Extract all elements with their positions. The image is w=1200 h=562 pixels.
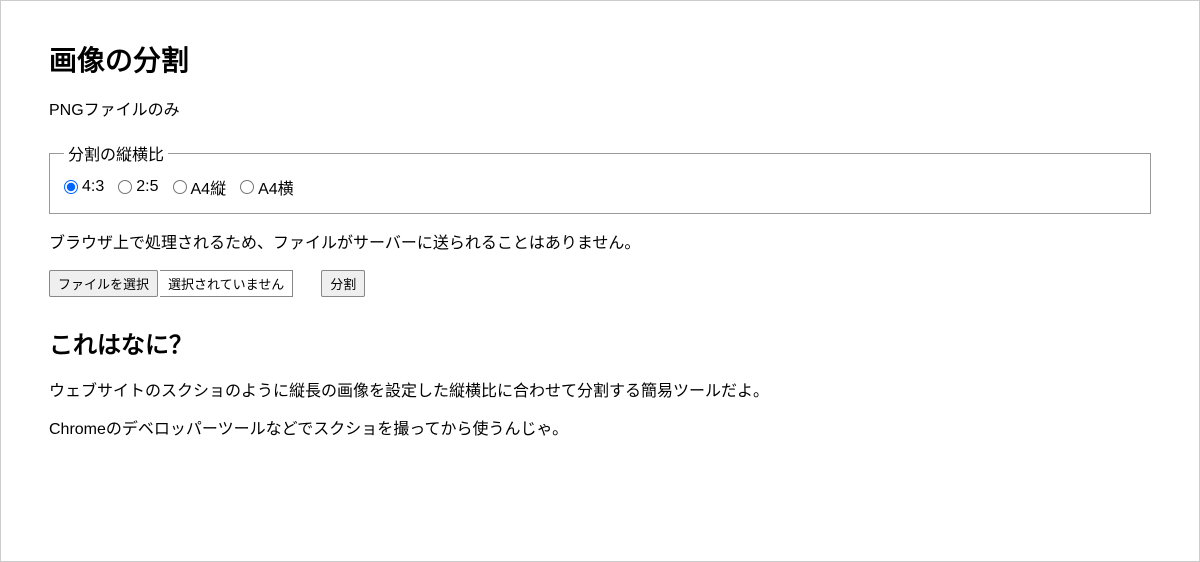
page-title: 画像の分割 bbox=[49, 39, 1151, 79]
description-2: Chromeのデベロッパーツールなどでスクショを撮ってから使うんじゃ。 bbox=[49, 418, 1151, 442]
radio-label: 2:5 bbox=[136, 178, 158, 196]
radio-option-2-5[interactable]: 2:5 bbox=[118, 178, 158, 196]
radio-input-2-5[interactable] bbox=[118, 180, 132, 194]
radio-option-a4-tate[interactable]: A4縦 bbox=[173, 175, 227, 199]
file-choose-button[interactable]: ファイルを選択 bbox=[49, 270, 158, 297]
radio-option-4-3[interactable]: 4:3 bbox=[64, 178, 104, 196]
radio-input-a4-tate[interactable] bbox=[173, 180, 187, 194]
section-heading-about: これはなに？ bbox=[49, 325, 1151, 360]
fieldset-legend: 分割の縦横比 bbox=[64, 141, 168, 165]
file-row: ファイルを選択 選択されていません 分割 bbox=[49, 270, 1151, 297]
file-status-text: 選択されていません bbox=[160, 270, 293, 297]
split-button[interactable]: 分割 bbox=[321, 270, 365, 297]
radio-label: A4縦 bbox=[191, 175, 227, 199]
radio-group: 4:3 2:5 A4縦 A4横 bbox=[64, 175, 1136, 199]
radio-input-a4-yoko[interactable] bbox=[240, 180, 254, 194]
radio-label: A4横 bbox=[258, 175, 294, 199]
radio-input-4-3[interactable] bbox=[64, 180, 78, 194]
subtitle-text: PNGファイルのみ bbox=[49, 99, 1151, 123]
description-1: ウェブサイトのスクショのように縦長の画像を設定した縦横比に合わせて分割する簡易ツ… bbox=[49, 380, 1151, 404]
file-input-wrap: ファイルを選択 選択されていません bbox=[49, 270, 293, 297]
privacy-note: ブラウザ上で処理されるため、ファイルがサーバーに送られることはありません。 bbox=[49, 232, 1151, 256]
aspect-ratio-fieldset: 分割の縦横比 4:3 2:5 A4縦 A4横 bbox=[49, 141, 1151, 214]
radio-option-a4-yoko[interactable]: A4横 bbox=[240, 175, 294, 199]
page-container: 画像の分割 PNGファイルのみ 分割の縦横比 4:3 2:5 A4縦 A4横 ブ… bbox=[0, 0, 1200, 562]
radio-label: 4:3 bbox=[82, 178, 104, 196]
